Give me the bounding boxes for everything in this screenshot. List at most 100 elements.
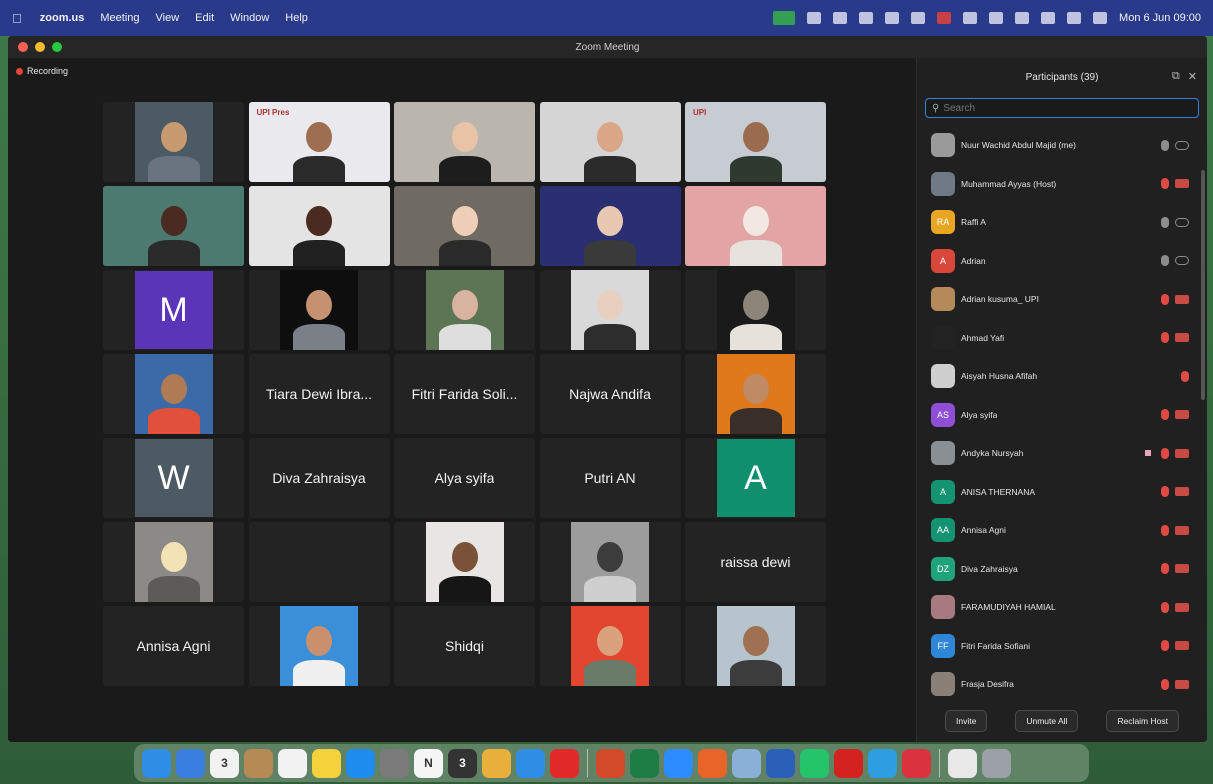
- close-icon[interactable]: ✕: [1188, 70, 1197, 83]
- notes-icon[interactable]: [312, 748, 341, 778]
- video-camera-icon[interactable]: [1175, 256, 1189, 266]
- participant-row[interactable]: A ANISA THERNANA: [917, 473, 1197, 512]
- microphone-muted-icon[interactable]: [1161, 640, 1169, 652]
- participant-row[interactable]: A Adrian: [917, 242, 1197, 281]
- search-input[interactable]: [943, 102, 1174, 114]
- mail-icon[interactable]: [176, 748, 205, 778]
- participant-tile[interactable]: Putri AN: [539, 438, 681, 518]
- notes-folder-icon[interactable]: [244, 748, 273, 778]
- participant-tile[interactable]: [103, 102, 244, 182]
- microphone-muted-icon[interactable]: [1181, 370, 1189, 382]
- participant-tile[interactable]: [394, 186, 535, 266]
- menu-app-name[interactable]: zoom.us: [40, 12, 85, 24]
- status-icon[interactable]: [807, 12, 822, 24]
- participant-tile[interactable]: [103, 354, 244, 434]
- video-off-icon[interactable]: [1175, 641, 1189, 651]
- participant-row[interactable]: Adrian kusuma_ UPI: [917, 280, 1197, 319]
- notion-icon[interactable]: N: [414, 748, 443, 778]
- telegram-icon[interactable]: [868, 748, 897, 778]
- participant-tile[interactable]: [248, 522, 390, 602]
- calendar-icon[interactable]: 3: [210, 748, 239, 778]
- participant-tile[interactable]: [248, 270, 390, 350]
- trash-icon[interactable]: [982, 748, 1011, 778]
- participant-tile[interactable]: [248, 186, 390, 266]
- video-off-icon[interactable]: [1175, 487, 1189, 497]
- microphone-muted-icon[interactable]: [1161, 524, 1169, 536]
- participant-tile[interactable]: [539, 270, 681, 350]
- participant-row[interactable]: DZ Diva Zahraisya: [917, 550, 1197, 589]
- participant-tile[interactable]: [103, 186, 244, 266]
- microphone-icon[interactable]: [1161, 255, 1169, 267]
- apple-icon[interactable]: : [12, 11, 22, 26]
- microphone-muted-icon[interactable]: [1161, 409, 1169, 421]
- status-icon[interactable]: [833, 12, 848, 24]
- photos-gallery-icon[interactable]: [380, 748, 409, 778]
- unmute-all-button[interactable]: Unmute All: [1015, 710, 1079, 732]
- participant-tile[interactable]: Najwa Andifa: [539, 354, 681, 434]
- microphone-muted-icon[interactable]: [1161, 563, 1169, 575]
- finder-icon[interactable]: [142, 748, 171, 778]
- siri-icon[interactable]: [1093, 12, 1108, 24]
- participant-tile[interactable]: Annisa Agni: [103, 606, 244, 686]
- participant-tile[interactable]: [539, 522, 681, 602]
- status-icon[interactable]: [937, 12, 952, 24]
- participant-row[interactable]: Aisyah Husna Afifah: [917, 357, 1197, 396]
- search-icon[interactable]: [1041, 12, 1056, 24]
- participant-tile[interactable]: UPI Pres: [248, 102, 390, 182]
- video-off-icon[interactable]: [1175, 525, 1189, 535]
- reminders-icon[interactable]: [278, 748, 307, 778]
- video-off-icon[interactable]: [1175, 179, 1189, 189]
- participant-tile[interactable]: [248, 606, 390, 686]
- participant-search[interactable]: ⚲: [925, 98, 1199, 118]
- participant-tile[interactable]: [394, 102, 535, 182]
- chrome-icon[interactable]: [482, 748, 511, 778]
- participant-tile[interactable]: Alya syifa: [394, 438, 535, 518]
- zoom-icon[interactable]: [664, 748, 693, 778]
- participant-row[interactable]: FF Fitri Farida Sofiani: [917, 627, 1197, 666]
- status-icon[interactable]: [859, 12, 874, 24]
- participant-row[interactable]: RA Raffi A: [917, 203, 1197, 242]
- status-icon[interactable]: [911, 12, 926, 24]
- participant-list-scrollbar[interactable]: [1201, 170, 1205, 400]
- recording-indicator[interactable]: Recording: [16, 66, 68, 76]
- status-icon[interactable]: [885, 12, 900, 24]
- participant-tile[interactable]: [685, 606, 826, 686]
- participant-tile[interactable]: M: [103, 270, 244, 350]
- participant-row[interactable]: Nuur Wachid Abdul Majid (me): [917, 126, 1197, 165]
- participant-row[interactable]: FARAMUDIYAH HAMIAL: [917, 588, 1197, 627]
- microphone-muted-icon[interactable]: [1161, 486, 1169, 498]
- microphone-muted-icon[interactable]: [1161, 447, 1169, 459]
- video-off-icon[interactable]: [1175, 294, 1189, 304]
- participant-tile[interactable]: Shidqi: [394, 606, 535, 686]
- participant-tile[interactable]: [685, 270, 826, 350]
- participant-row[interactable]: AA Annisa Agni: [917, 511, 1197, 550]
- participant-row[interactable]: Frasja Desifra: [917, 665, 1197, 704]
- video-off-icon[interactable]: [1175, 564, 1189, 574]
- powerpoint-icon[interactable]: [596, 748, 625, 778]
- microphone-muted-icon[interactable]: [1161, 332, 1169, 344]
- participant-tile[interactable]: Fitri Farida Soli...: [394, 354, 535, 434]
- microphone-muted-icon[interactable]: [1161, 178, 1169, 190]
- menu-window[interactable]: Window: [230, 12, 269, 24]
- video-off-icon[interactable]: [1175, 448, 1189, 458]
- microphone-muted-icon[interactable]: [1161, 293, 1169, 305]
- document-icon[interactable]: [948, 748, 977, 778]
- zoom-status-icon[interactable]: [773, 11, 796, 25]
- excel-icon[interactable]: [630, 748, 659, 778]
- participant-tile[interactable]: [103, 522, 244, 602]
- participant-tile[interactable]: [539, 186, 681, 266]
- invite-button[interactable]: Invite: [945, 710, 988, 732]
- participant-tile[interactable]: Tiara Dewi Ibra...: [248, 354, 390, 434]
- menu-help[interactable]: Help: [285, 12, 308, 24]
- participant-row[interactable]: Muhammad Ayyas (Host): [917, 165, 1197, 204]
- microphone-icon[interactable]: [1161, 216, 1169, 228]
- microphone-icon[interactable]: [1161, 139, 1169, 151]
- microphone-muted-icon[interactable]: [1161, 678, 1169, 690]
- word-icon[interactable]: [766, 748, 795, 778]
- participant-tile[interactable]: [394, 270, 535, 350]
- video-off-icon[interactable]: [1175, 333, 1189, 343]
- participant-tile[interactable]: [685, 354, 826, 434]
- battery-icon[interactable]: [989, 12, 1004, 24]
- participant-tile[interactable]: W: [103, 438, 244, 518]
- microphone-muted-icon[interactable]: [1161, 601, 1169, 613]
